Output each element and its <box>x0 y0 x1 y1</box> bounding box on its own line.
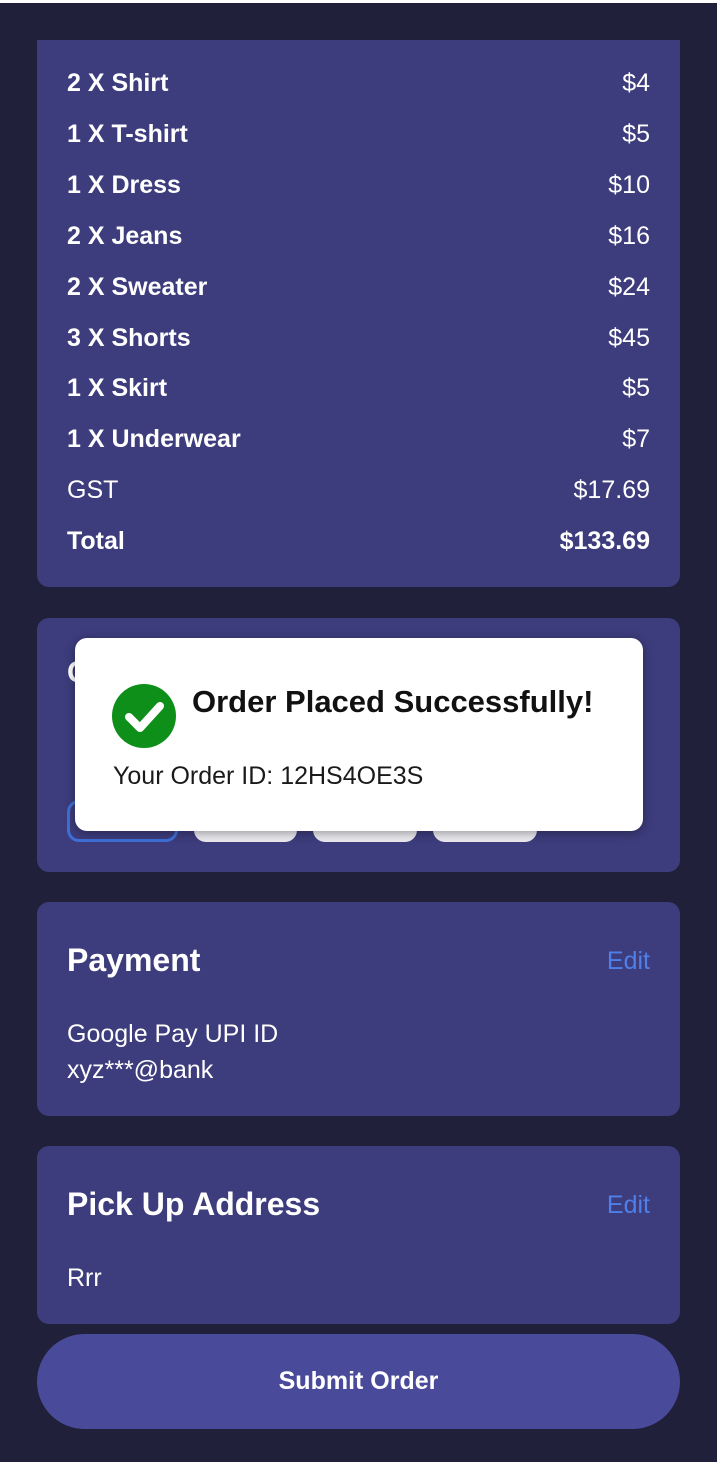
item-price: $16 <box>608 221 650 250</box>
summary-item-row: 2 X Shirt $4 <box>67 63 650 103</box>
item-label: 1 X Dress <box>67 170 181 199</box>
address-value: Rrr <box>67 1264 102 1292</box>
total-row: Total $133.69 <box>67 521 650 561</box>
item-label: 3 X Shorts <box>67 323 191 352</box>
item-price: $5 <box>622 373 650 402</box>
check-circle-icon <box>112 684 176 748</box>
gst-value: $17.69 <box>573 475 650 504</box>
item-price: $5 <box>622 119 650 148</box>
item-price: $7 <box>622 424 650 453</box>
summary-item-row: 3 X Shorts $45 <box>67 318 650 358</box>
item-price: $24 <box>608 272 650 301</box>
order-success-dialog: Order Placed Successfully! Your Order ID… <box>75 638 643 831</box>
payment-card: Payment Edit Google Pay UPI ID xyz***@ba… <box>37 902 680 1116</box>
payment-account: xyz***@bank <box>67 1056 214 1084</box>
item-price: $10 <box>608 170 650 199</box>
order-id-text: Your Order ID: 12HS4OE3S <box>113 762 424 790</box>
total-value: $133.69 <box>559 526 650 555</box>
address-edit-link[interactable]: Edit <box>607 1191 650 1220</box>
pickup-address-card: Pick Up Address Edit Rrr <box>37 1146 680 1324</box>
gst-row: GST $17.69 <box>67 470 650 510</box>
item-label: 1 X Underwear <box>67 424 241 453</box>
payment-title: Payment <box>67 942 201 978</box>
gst-label: GST <box>67 475 119 504</box>
item-label: 1 X Skirt <box>67 373 168 402</box>
submit-order-button[interactable]: Submit Order <box>37 1334 680 1429</box>
item-price: $45 <box>608 323 650 352</box>
total-label: Total <box>67 526 125 555</box>
summary-item-row: 1 X Underwear $7 <box>67 419 650 459</box>
item-label: 2 X Jeans <box>67 221 183 250</box>
item-label: 2 X Sweater <box>67 272 208 301</box>
summary-item-row: 2 X Sweater $24 <box>67 267 650 307</box>
summary-item-row: 1 X T-shirt $5 <box>67 114 650 154</box>
address-title: Pick Up Address <box>67 1186 321 1222</box>
order-summary-card: 2 X Shirt $4 1 X T-shirt $5 1 X Dress $1… <box>37 40 680 587</box>
summary-item-row: 1 X Skirt $5 <box>67 368 650 408</box>
item-label: 1 X T-shirt <box>67 119 188 148</box>
summary-item-row: 2 X Jeans $16 <box>67 216 650 256</box>
top-edge <box>0 0 717 3</box>
payment-method: Google Pay UPI ID <box>67 1020 279 1048</box>
payment-edit-link[interactable]: Edit <box>607 947 650 976</box>
summary-item-row: 1 X Dress $10 <box>67 165 650 205</box>
item-price: $4 <box>622 68 650 97</box>
dialog-title: Order Placed Successfully! <box>192 684 594 719</box>
item-label: 2 X Shirt <box>67 68 169 97</box>
